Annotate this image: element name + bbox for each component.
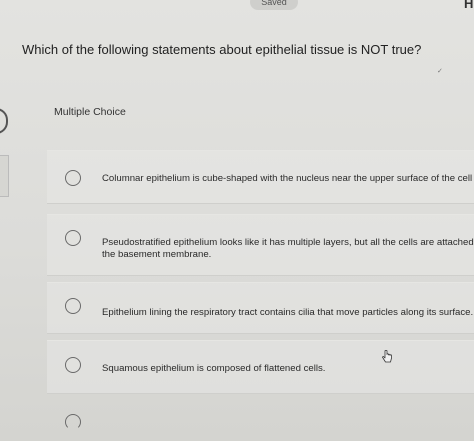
answer-option-1[interactable]: Columnar epithelium is cube-shaped with … (47, 150, 474, 204)
answer-option-4[interactable]: Squamous epithelium is composed of flatt… (47, 340, 474, 394)
saved-status-badge: Saved (250, 0, 298, 10)
radio-button-icon[interactable] (65, 357, 81, 373)
page: Saved H Which of the following statement… (0, 0, 474, 441)
answer-option-3[interactable]: Epithelium lining the respiratory tract … (47, 282, 474, 334)
option-text: Squamous epithelium is composed of flatt… (102, 363, 325, 375)
hand-pointer-icon (382, 350, 392, 363)
option-text-line: Pseudostratified epithelium looks like i… (102, 237, 474, 248)
option-text-line: Columnar epithelium is cube-shaped with … (102, 173, 473, 184)
radio-button-icon[interactable] (65, 298, 81, 314)
left-edge-control[interactable] (0, 108, 8, 134)
radio-button-icon[interactable] (65, 170, 81, 186)
option-text: Columnar epithelium is cube-shaped with … (102, 173, 472, 185)
option-text: Epithelium lining the respiratory tract … (102, 307, 473, 319)
option-text-line: Epithelium lining the respiratory tract … (102, 307, 474, 318)
radio-button-icon[interactable] (65, 414, 81, 430)
corner-header-letter: H (464, 0, 474, 11)
option-text: Pseudostratified epithelium looks like i… (102, 237, 474, 261)
small-mark: ✓ (437, 68, 443, 75)
section-label: Multiple Choice (54, 106, 126, 118)
answer-option-2[interactable]: Pseudostratified epithelium looks like i… (47, 214, 474, 276)
option-text-line: the basement membrane. (102, 249, 212, 260)
radio-button-icon[interactable] (65, 230, 81, 246)
question-text: Which of the following statements about … (22, 42, 422, 57)
left-edge-panel (0, 155, 9, 197)
option-text-line: Squamous epithelium is composed of flatt… (102, 363, 326, 374)
